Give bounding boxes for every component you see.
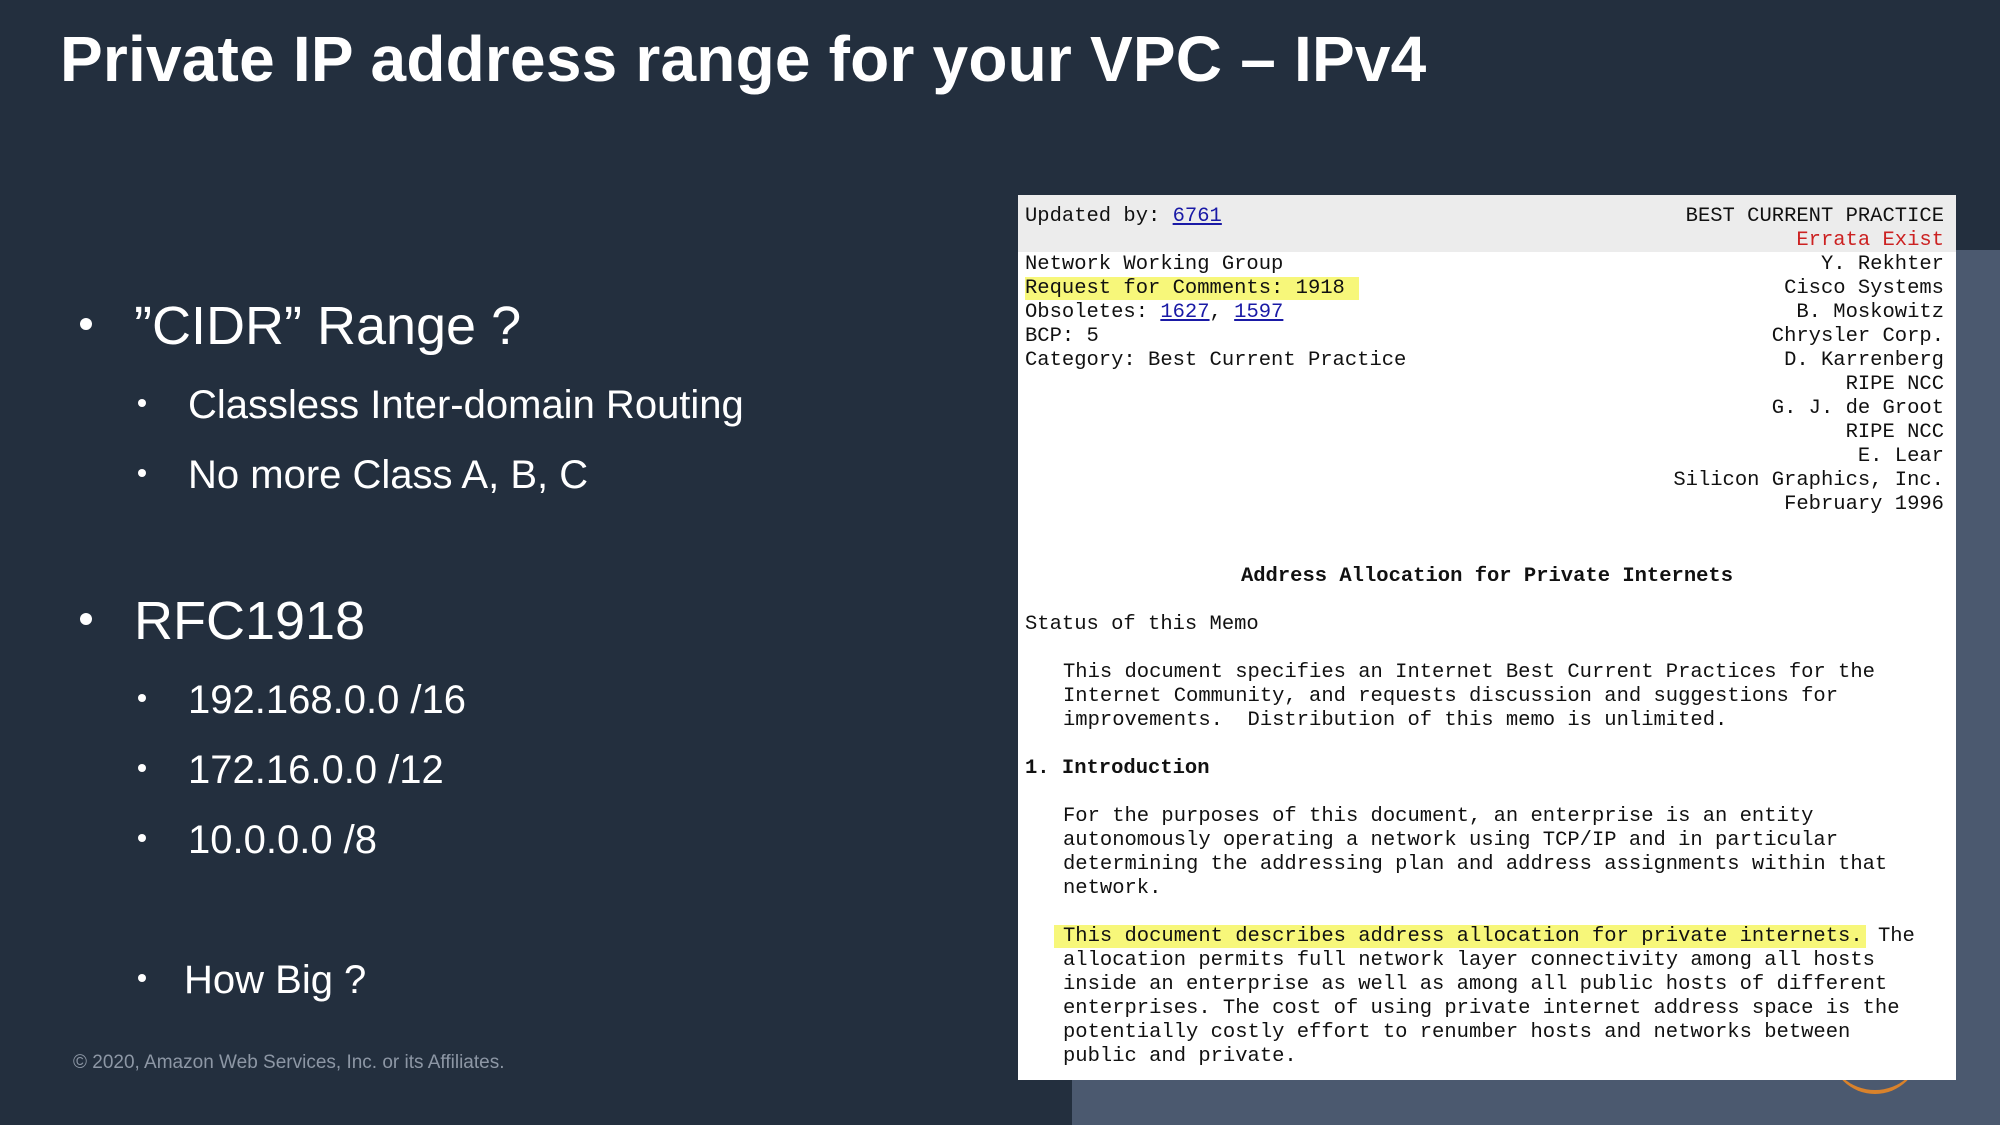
author-line: B. Moskowitz — [1796, 301, 1944, 324]
rfc-number-highlight: Request for Comments: 1918 — [1025, 277, 1359, 300]
intro-text-line: network. — [1063, 877, 1162, 900]
author-line: D. Karrenberg — [1784, 349, 1944, 372]
bullet-text: How Big ? — [184, 958, 367, 1002]
bullet-dot — [80, 317, 92, 330]
doc-title: Address Allocation for Private Internets — [1240, 565, 1734, 588]
working-group: Network Working Group — [1025, 253, 1284, 276]
bullet-dot — [138, 399, 146, 408]
bullet-dot — [138, 834, 146, 843]
intro-heading: 1. Introduction — [1025, 757, 1210, 780]
sub-bullet-rfc-2: 172.16.0.0 /12 — [138, 750, 444, 790]
bullet-dot — [80, 612, 92, 625]
intro-text-line: determining the addressing plan and addr… — [1063, 853, 1888, 876]
slide-title: Private IP address range for your VPC – … — [60, 23, 1427, 95]
status-text-line: This document specifies an Internet Best… — [1063, 661, 1875, 684]
bullet-cidr: ”CIDR” Range ? — [80, 299, 521, 353]
errata-link[interactable]: Errata Exist — [1796, 229, 1944, 253]
para2-first-line: This document describes address allocati… — [1054, 925, 1915, 949]
para2-text-line: enterprises. The cost of using private i… — [1063, 997, 1900, 1020]
updated-by-label: Updated by: — [1025, 205, 1173, 228]
author-line: RIPE NCC — [1845, 421, 1944, 444]
status-text-line: improvements. Distribution of this memo … — [1063, 709, 1728, 732]
author-line: G. J. de Groot — [1771, 397, 1944, 420]
obsoletes-separator: , — [1209, 301, 1235, 324]
author-line: E. Lear — [1857, 445, 1944, 468]
bullet-text: 10.0.0.0 /8 — [188, 818, 378, 862]
bullet-text: Classless Inter-domain Routing — [188, 383, 744, 427]
author-line: RIPE NCC — [1845, 373, 1944, 396]
sub-bullet-rfc-1: 192.168.0.0 /16 — [138, 680, 466, 720]
sub-bullet-cidr-2: No more Class A, B, C — [138, 455, 588, 495]
obsoletes-link-1627[interactable]: 1627 — [1160, 301, 1209, 324]
rfc-number-line: Request for Comments: 1918 — [1025, 277, 1359, 301]
para2-text-line: public and private. — [1063, 1045, 1297, 1068]
author-line: Silicon Graphics, Inc. — [1673, 469, 1944, 492]
rfc-document-screenshot: Updated by: 6761 BEST CURRENT PRACTICE E… — [1018, 195, 1956, 1080]
bullet-text: No more Class A, B, C — [188, 453, 589, 497]
sub-bullet-rfc-3: 10.0.0.0 /8 — [138, 820, 377, 860]
obsoletes-label: Obsoletes: — [1025, 301, 1161, 324]
intro-text-line: For the purposes of this document, an en… — [1063, 805, 1814, 828]
category-line: Category: Best Current Practice — [1025, 349, 1407, 372]
para2-text-line: potentially costly effort to renumber ho… — [1063, 1021, 1851, 1044]
date-line: February 1996 — [1784, 493, 1944, 516]
status-heading: Status of this Memo — [1025, 613, 1259, 636]
obsoletes-link-1597[interactable]: 1597 — [1234, 301, 1283, 324]
status-text-line: Internet Community, and requests discuss… — [1063, 685, 1839, 708]
bullet-rfc: RFC1918 — [80, 594, 365, 648]
bullet-dot — [138, 764, 146, 773]
bullet-text: 192.168.0.0 /16 — [188, 678, 467, 722]
sub-bullet-how-big: How Big ? — [138, 960, 366, 1000]
author-line: Cisco Systems — [1784, 277, 1944, 300]
para2-text-line: allocation permits full network layer co… — [1063, 949, 1875, 972]
bullet-text: ”CIDR” Range ? — [134, 296, 522, 356]
copyright-notice: © 2020, Amazon Web Services, Inc. or its… — [73, 1052, 505, 1073]
updated-by-line: Updated by: 6761 — [1025, 205, 1222, 229]
private-internets-highlight: This document describes address allocati… — [1054, 925, 1866, 948]
sub-bullet-cidr-1: Classless Inter-domain Routing — [138, 385, 744, 425]
obsoletes-line: Obsoletes: 1627, 1597 — [1025, 301, 1283, 325]
bullet-dot — [138, 694, 146, 703]
bullet-text: RFC1918 — [134, 591, 366, 651]
status-label: BEST CURRENT PRACTICE — [1685, 205, 1944, 228]
para2-text-line: inside an enterprise as well as among al… — [1063, 973, 1888, 996]
updated-by-link[interactable]: 6761 — [1173, 205, 1222, 228]
author-line: Y. Rekhter — [1820, 253, 1944, 276]
para2-rest: The — [1865, 925, 1915, 948]
intro-text-line: autonomously operating a network using T… — [1063, 829, 1839, 852]
bullet-text: 172.16.0.0 /12 — [188, 748, 444, 792]
bcp-line: BCP: 5 — [1025, 325, 1099, 348]
author-line: Chrysler Corp. — [1771, 325, 1944, 348]
bullet-dot — [138, 974, 146, 983]
bullet-dot — [138, 469, 146, 478]
